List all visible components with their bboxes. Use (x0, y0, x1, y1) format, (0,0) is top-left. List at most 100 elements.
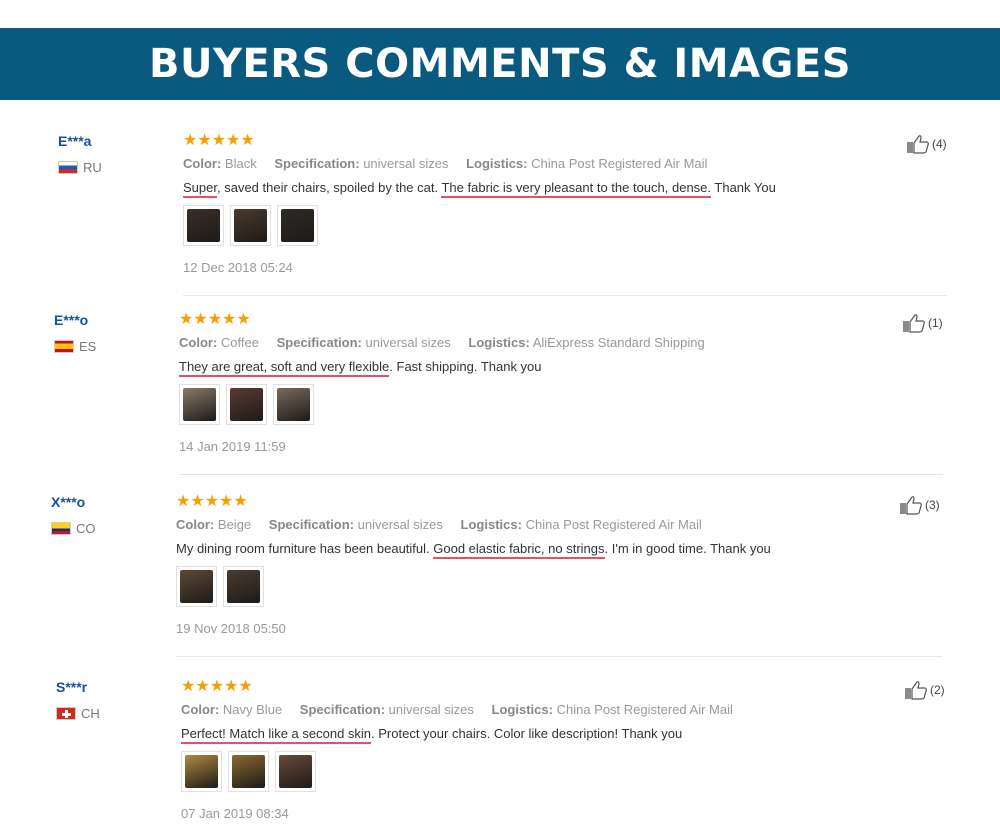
review-comment: They are great, soft and very flexible. … (179, 359, 705, 377)
logistics-value: AliExpress Standard Shipping (532, 335, 705, 350)
chair-photo (230, 388, 263, 421)
review-image-thumbnail[interactable] (179, 384, 220, 425)
comment-text: Thank You (711, 180, 776, 195)
color-value: Black (224, 156, 257, 171)
review-date: 07 Jan 2019 08:34 (181, 806, 289, 821)
flag-ch-icon (56, 707, 76, 720)
specification-value: universal sizes (363, 156, 449, 171)
comment-highlight: Super (183, 180, 217, 198)
chair-photo (281, 209, 314, 242)
helpful-button[interactable]: (4) (906, 134, 947, 154)
color-label: Color: (183, 156, 222, 171)
star-rating: ★★★★★ (181, 678, 253, 695)
specification-label: Specification: (276, 335, 362, 350)
flag-co-icon (51, 522, 71, 535)
specification-label: Specification: (299, 702, 386, 717)
buyer-name[interactable]: X***o (51, 494, 85, 510)
banner-title: BUYERS COMMENTS & IMAGES (149, 41, 851, 87)
color-label: Color: (181, 702, 220, 717)
review-image-thumbnail[interactable] (176, 566, 217, 607)
buyer-name[interactable]: E***a (58, 133, 91, 149)
buyer-country: CH (56, 706, 100, 721)
review-image-thumbnail[interactable] (273, 384, 314, 425)
helpful-count: (2) (930, 683, 945, 697)
thumbs-up-icon (900, 496, 922, 515)
helpful-button[interactable]: (2) (904, 680, 945, 700)
buyer-country: CO (51, 521, 96, 536)
logistics-value: China Post Registered Air Mail (556, 702, 733, 717)
review-date: 12 Dec 2018 05:24 (183, 260, 293, 275)
color-value: Beige (217, 517, 252, 532)
buyer-country: ES (54, 339, 96, 354)
star-rating: ★★★★★ (183, 132, 255, 149)
logistics-label: Logistics: (466, 156, 528, 171)
review-date: 19 Nov 2018 05:50 (176, 621, 286, 636)
review-image-thumbnail[interactable] (230, 205, 271, 246)
country-code: CH (81, 706, 100, 721)
color-label: Color: (179, 335, 218, 350)
specification-label: Specification: (268, 517, 355, 532)
color-value: Navy Blue (222, 702, 283, 717)
buyer-country: RU (58, 160, 102, 175)
review-body: ★★★★★ Color: Coffee Specification: unive… (179, 312, 705, 454)
thumbs-up-icon (905, 681, 927, 700)
chair-photo (234, 209, 267, 242)
review-date: 14 Jan 2019 11:59 (179, 439, 286, 454)
logistics-value: China Post Registered Air Mail (531, 156, 708, 171)
comment-text: . I'm in good time. Thank you (604, 541, 771, 556)
review-images (176, 566, 771, 607)
logistics-label: Logistics: (460, 517, 522, 532)
chair-photo (183, 388, 216, 421)
helpful-button[interactable]: (1) (902, 313, 943, 333)
star-rating: ★★★★★ (179, 311, 251, 328)
comment-text: . Protect your chairs. Color like descri… (371, 726, 683, 741)
review-image-thumbnail[interactable] (181, 751, 222, 792)
helpful-button[interactable]: (3) (899, 495, 940, 515)
review-comment: My dining room furniture has been beauti… (176, 541, 771, 559)
helpful-count: (1) (928, 316, 943, 330)
review-image-thumbnail[interactable] (223, 566, 264, 607)
logistics-label: Logistics: (491, 702, 553, 717)
color-value: Coffee (220, 335, 259, 350)
review-images (183, 205, 776, 246)
review-image-thumbnail[interactable] (275, 751, 316, 792)
review-image-thumbnail[interactable] (183, 205, 224, 246)
review-image-thumbnail[interactable] (277, 205, 318, 246)
country-code: ES (79, 339, 97, 354)
comment-text: My dining room furniture has been beauti… (176, 541, 434, 556)
buyer-name[interactable]: S***r (56, 679, 87, 695)
chair-photo (185, 755, 218, 788)
buyer-name[interactable]: E***o (54, 312, 88, 328)
specification-value: universal sizes (365, 335, 451, 350)
review-divider (176, 656, 942, 657)
chair-photo (279, 755, 312, 788)
flag-ru-icon (58, 161, 78, 174)
review-image-thumbnail[interactable] (228, 751, 269, 792)
review-meta: Color: Navy Blue Specification: universa… (181, 702, 733, 717)
specification-value: universal sizes (357, 517, 443, 532)
comment-highlight: Perfect! Match like a second skin (181, 726, 372, 744)
comment-highlight: Good elastic fabric, no strings (433, 541, 605, 559)
review-images (181, 751, 733, 792)
review-divider (179, 474, 943, 475)
review-images (179, 384, 705, 425)
chair-photo (180, 570, 213, 603)
review-body: ★★★★★ Color: Black Specification: univer… (183, 133, 776, 275)
country-code: CO (76, 521, 96, 536)
helpful-count: (4) (932, 137, 947, 151)
specification-label: Specification: (274, 156, 360, 171)
helpful-count: (3) (925, 498, 940, 512)
comment-highlight: The fabric is very pleasant to the touch… (441, 180, 712, 198)
review-meta: Color: Black Specification: universal si… (183, 156, 776, 171)
chair-photo (227, 570, 260, 603)
chair-photo (277, 388, 310, 421)
review-divider (183, 295, 947, 296)
logistics-label: Logistics: (468, 335, 530, 350)
thumbs-up-icon (903, 314, 925, 333)
review-image-thumbnail[interactable] (226, 384, 267, 425)
review-comment: Super, saved their chairs, spoiled by th… (183, 180, 776, 198)
specification-value: universal sizes (388, 702, 474, 717)
logistics-value: China Post Registered Air Mail (525, 517, 702, 532)
review-meta: Color: Beige Specification: universal si… (176, 517, 771, 532)
review-body: ★★★★★ Color: Navy Blue Specification: un… (181, 679, 733, 821)
